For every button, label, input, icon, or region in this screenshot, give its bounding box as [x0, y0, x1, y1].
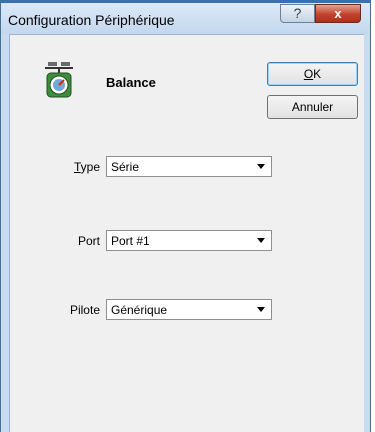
chevron-down-icon — [257, 307, 265, 312]
pilote-select[interactable]: Générique — [106, 299, 272, 320]
pilote-label: Pilote — [69, 303, 100, 317]
chevron-down-icon — [257, 164, 265, 169]
port-label: Port — [77, 234, 100, 248]
dialog-client-area: Balance OK Annuler Type Série Port Port … — [9, 34, 364, 432]
ok-label: K — [313, 67, 322, 81]
title-bar[interactable]: Configuration Périphérique ? x — [1, 3, 370, 34]
close-button[interactable]: x — [315, 4, 361, 23]
help-icon: ? — [293, 5, 302, 21]
window-title: Configuration Périphérique — [8, 12, 175, 28]
pilote-value: Générique — [111, 303, 168, 317]
type-label-mnemonic: T — [73, 160, 81, 174]
type-label: Type — [20, 160, 100, 174]
type-value: Série — [111, 160, 140, 174]
cancel-label: Annuler — [291, 100, 334, 114]
chevron-down-icon — [257, 238, 265, 243]
scale-icon — [45, 62, 73, 98]
close-icon: x — [334, 6, 342, 21]
port-value: Port #1 — [111, 234, 150, 248]
device-name: Balance — [106, 75, 156, 90]
type-select[interactable]: Série — [106, 156, 272, 177]
ok-button[interactable]: OK — [267, 62, 358, 86]
cancel-button[interactable]: Annuler — [267, 95, 358, 119]
port-select[interactable]: Port #1 — [106, 230, 272, 251]
ok-mnemonic: O — [303, 67, 314, 81]
type-label-rest: ype — [80, 160, 100, 174]
help-button[interactable]: ? — [280, 4, 315, 23]
dialog-window: Configuration Périphérique ? x Balance O… — [0, 0, 371, 432]
